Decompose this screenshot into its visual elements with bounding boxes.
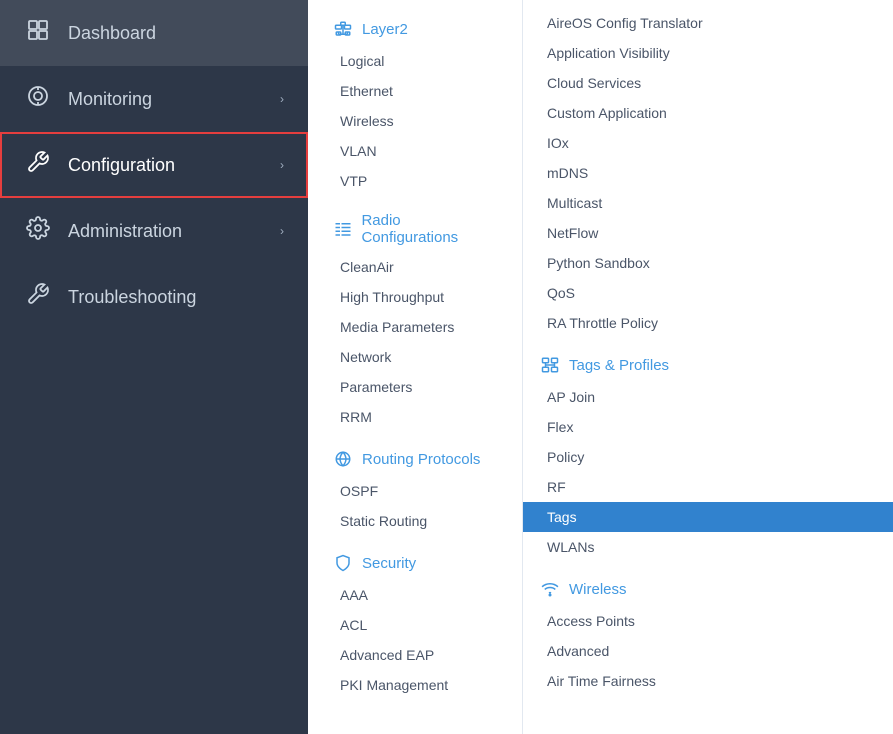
menu-item-tags[interactable]: Tags <box>523 502 893 532</box>
menu-item-access-points[interactable]: Access Points <box>523 606 893 636</box>
wireless-icon <box>539 578 561 600</box>
tags-profiles-label: Tags & Profiles <box>569 357 669 374</box>
configuration-icon <box>24 150 52 180</box>
sidebar: Dashboard Monitoring › Configuration › <box>0 0 308 734</box>
menu-item-rrm[interactable]: RRM <box>308 402 522 432</box>
routing-protocols-icon <box>332 448 354 470</box>
menu-item-rf[interactable]: RF <box>523 472 893 502</box>
menu-item-acl[interactable]: ACL <box>308 610 522 640</box>
wireless-header: Wireless <box>523 568 893 606</box>
layer2-header: Layer2 <box>308 8 522 46</box>
menu-item-network[interactable]: Network <box>308 342 522 372</box>
menu-item-vlan[interactable]: VLAN <box>308 136 522 166</box>
main-content: Layer2 Logical Ethernet Wireless VLAN VT… <box>308 0 893 734</box>
menu-item-mdns[interactable]: mDNS <box>523 158 893 188</box>
troubleshooting-icon <box>24 282 52 312</box>
radio-config-header: Radio Configurations <box>308 202 522 252</box>
routing-protocols-label: Routing Protocols <box>362 451 480 468</box>
arrow-icon: › <box>280 92 284 106</box>
sidebar-item-administration[interactable]: Administration › <box>0 198 308 264</box>
arrow-icon: › <box>280 224 284 238</box>
layer2-label: Layer2 <box>362 21 408 38</box>
menu-item-pki-management[interactable]: PKI Management <box>308 670 522 700</box>
menu-item-parameters[interactable]: Parameters <box>308 372 522 402</box>
sidebar-item-label: Configuration <box>68 155 264 176</box>
menu-item-cleanair[interactable]: CleanAir <box>308 252 522 282</box>
menu-item-cloud-services[interactable]: Cloud Services <box>523 68 893 98</box>
services-column: AireOS Config Translator Application Vis… <box>523 0 893 734</box>
menu-item-netflow[interactable]: NetFlow <box>523 218 893 248</box>
menu-item-wlans[interactable]: WLANs <box>523 532 893 562</box>
menu-item-flex[interactable]: Flex <box>523 412 893 442</box>
menu-item-iox[interactable]: IOx <box>523 128 893 158</box>
menu-item-python-sandbox[interactable]: Python Sandbox <box>523 248 893 278</box>
wireless-label: Wireless <box>569 581 627 598</box>
menu-item-air-time-fairness[interactable]: Air Time Fairness <box>523 666 893 696</box>
sidebar-item-label: Troubleshooting <box>68 287 284 308</box>
interface-column: Layer2 Logical Ethernet Wireless VLAN VT… <box>308 0 523 734</box>
menu-item-high-throughput[interactable]: High Throughput <box>308 282 522 312</box>
sidebar-item-label: Administration <box>68 221 264 242</box>
tags-profiles-icon <box>539 354 561 376</box>
menu-item-aaa[interactable]: AAA <box>308 580 522 610</box>
menu-item-ethernet[interactable]: Ethernet <box>308 76 522 106</box>
menu-item-wireless[interactable]: Wireless <box>308 106 522 136</box>
menu-item-ra-throttle-policy[interactable]: RA Throttle Policy <box>523 308 893 338</box>
menu-item-ospf[interactable]: OSPF <box>308 476 522 506</box>
menu-item-custom-application[interactable]: Custom Application <box>523 98 893 128</box>
menu-item-static-routing[interactable]: Static Routing <box>308 506 522 536</box>
menu-item-application-visibility[interactable]: Application Visibility <box>523 38 893 68</box>
sidebar-item-dashboard[interactable]: Dashboard <box>0 0 308 66</box>
menu-item-multicast[interactable]: Multicast <box>523 188 893 218</box>
menu-item-policy[interactable]: Policy <box>523 442 893 472</box>
security-header: Security <box>308 542 522 580</box>
monitoring-icon <box>24 84 52 114</box>
menu-item-media-parameters[interactable]: Media Parameters <box>308 312 522 342</box>
menu-item-ap-join[interactable]: AP Join <box>523 382 893 412</box>
tags-profiles-header: Tags & Profiles <box>523 344 893 382</box>
dashboard-icon <box>24 18 52 48</box>
menu-item-aireos-config-translator[interactable]: AireOS Config Translator <box>523 8 893 38</box>
radio-config-icon <box>332 218 353 240</box>
menu-item-advanced-eap[interactable]: Advanced EAP <box>308 640 522 670</box>
security-icon <box>332 552 354 574</box>
sidebar-item-configuration[interactable]: Configuration › <box>0 132 308 198</box>
sidebar-item-troubleshooting[interactable]: Troubleshooting <box>0 264 308 330</box>
menu-item-advanced[interactable]: Advanced <box>523 636 893 666</box>
menu-item-vtp[interactable]: VTP <box>308 166 522 196</box>
sidebar-item-label: Dashboard <box>68 23 284 44</box>
menu-item-qos[interactable]: QoS <box>523 278 893 308</box>
sidebar-item-label: Monitoring <box>68 89 264 110</box>
radio-config-label: Radio Configurations <box>361 212 498 246</box>
sidebar-item-monitoring[interactable]: Monitoring › <box>0 66 308 132</box>
administration-icon <box>24 216 52 246</box>
layer2-icon <box>332 18 354 40</box>
security-label: Security <box>362 555 416 572</box>
menu-item-logical[interactable]: Logical <box>308 46 522 76</box>
arrow-icon: › <box>280 158 284 172</box>
routing-protocols-header: Routing Protocols <box>308 438 522 476</box>
